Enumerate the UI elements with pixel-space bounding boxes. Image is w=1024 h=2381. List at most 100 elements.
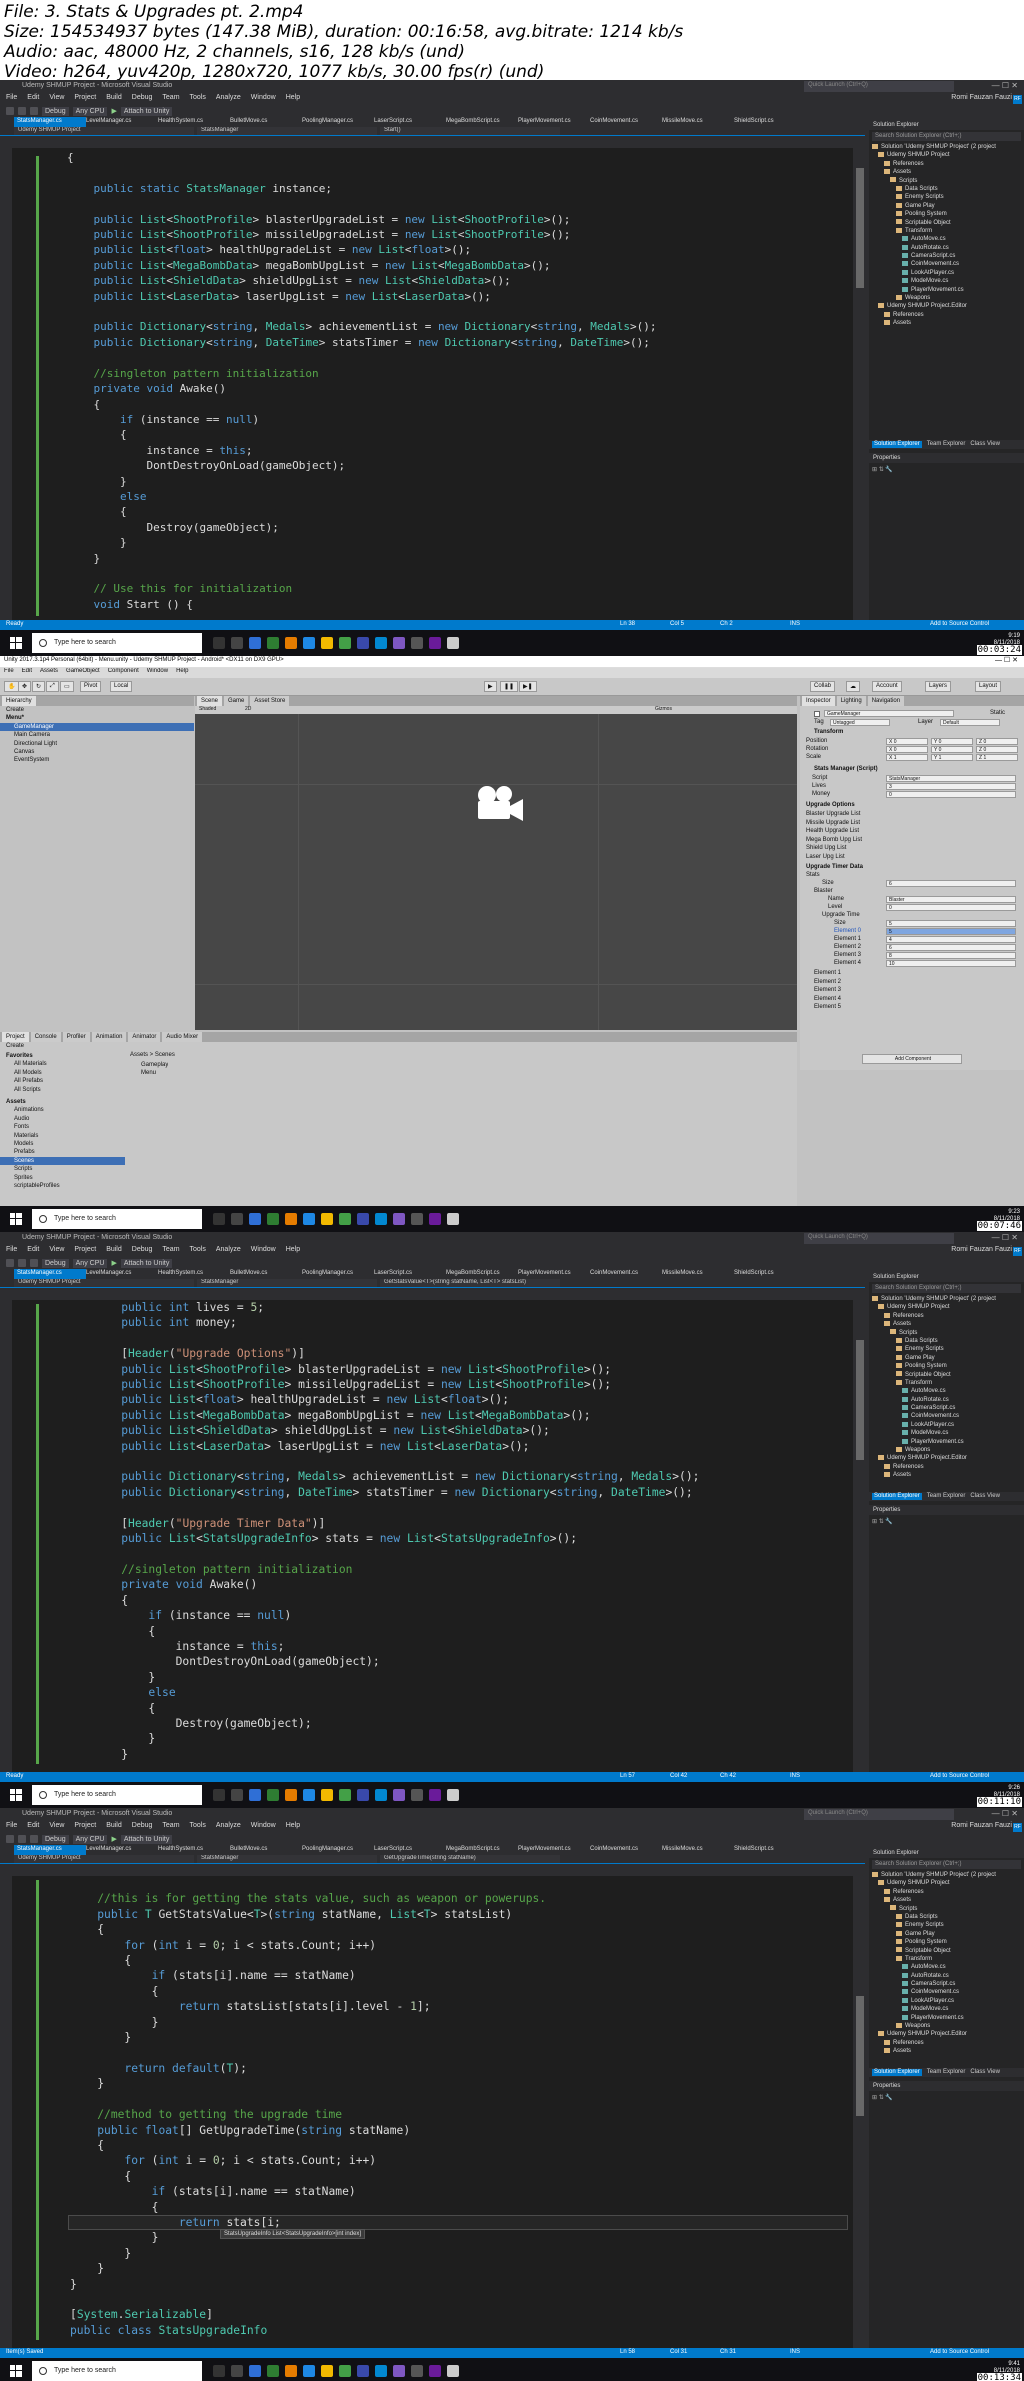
tab-file[interactable]: PoolingManager.cs xyxy=(302,1269,374,1279)
solution-tree-item[interactable]: Solution 'Udemy SHMUP Project' (2 projec… xyxy=(869,1295,1024,1303)
scene-tab[interactable]: Game xyxy=(224,696,249,706)
user-name[interactable]: Romi Fauzan Fauzi xyxy=(951,94,1012,101)
scene-file[interactable]: Gameplay xyxy=(135,1061,168,1069)
solution-tree-item[interactable]: Scripts xyxy=(869,177,1024,185)
taskbar-app-icon[interactable] xyxy=(429,1213,441,1225)
vector-field[interactable]: Z 1 xyxy=(976,754,1018,761)
solution-tree-item[interactable]: Data Scripts xyxy=(869,1337,1024,1345)
asset-folder[interactable]: Fonts xyxy=(0,1123,125,1131)
menu-item[interactable]: Build xyxy=(106,1822,122,1833)
avatar[interactable]: RF xyxy=(1013,1823,1022,1832)
nav-member[interactable]: GetUpgradeTime(string statName) xyxy=(380,1855,560,1863)
tab-file[interactable]: BulletMove.cs xyxy=(230,1269,302,1279)
solution-tree-item[interactable]: ModeMove.cs xyxy=(869,1429,1024,1437)
nav-project[interactable]: Udemy SHMUP Project xyxy=(14,1855,194,1863)
nav-member[interactable]: Start() xyxy=(380,127,560,135)
solution-tree-item[interactable]: Data Scripts xyxy=(869,1913,1024,1921)
solution-tree-item[interactable]: Udemy SHMUP Project xyxy=(869,1879,1024,1887)
taskbar-app-icon[interactable] xyxy=(249,2365,261,2377)
solution-tree-item[interactable]: Solution 'Udemy SHMUP Project' (2 projec… xyxy=(869,143,1024,151)
solution-tree-item[interactable]: AutoMove.cs xyxy=(869,1387,1024,1395)
solution-tree-item[interactable]: Udemy SHMUP Project xyxy=(869,1303,1024,1311)
scene-file[interactable]: Menu xyxy=(135,1069,168,1077)
upgrade-list-foldout[interactable]: Shield Upg List xyxy=(806,845,846,851)
stats-foldout[interactable]: Stats xyxy=(806,872,820,878)
taskbar-app-icon[interactable] xyxy=(213,637,225,649)
step-button[interactable]: ▶❚ xyxy=(519,681,537,692)
tab-file[interactable]: LevelManager.cs xyxy=(86,1269,158,1279)
asset-folder[interactable]: Scripts xyxy=(0,1165,125,1173)
menu-item[interactable]: Window xyxy=(147,668,168,678)
config-select[interactable]: Debug xyxy=(42,106,69,116)
vector-field[interactable]: X 0 xyxy=(886,738,928,745)
menu-item[interactable]: Team xyxy=(162,1822,179,1833)
editor-scrollbar[interactable] xyxy=(853,1876,867,2348)
tab-file[interactable]: StatsManager.cs xyxy=(14,117,86,127)
tab-file[interactable]: MissileMove.cs xyxy=(662,1269,734,1279)
window-controls[interactable]: — ☐ ✕ xyxy=(995,656,1018,664)
vector-field[interactable]: Z 0 xyxy=(976,746,1018,753)
2d-toggle[interactable]: 2D xyxy=(245,706,251,712)
solution-tree-item[interactable]: Enemy Scripts xyxy=(869,1921,1024,1929)
windows-start-icon[interactable] xyxy=(6,1209,26,1229)
project-tab[interactable]: Animation xyxy=(91,1032,127,1042)
menu-item[interactable]: Tools xyxy=(190,1822,206,1833)
project-tab[interactable]: Profiler xyxy=(62,1032,90,1042)
taskbar-app-icon[interactable] xyxy=(267,637,279,649)
solution-tree-item[interactable]: Udemy SHMUP Project.Editor xyxy=(869,2030,1024,2038)
solution-tree-item[interactable]: References xyxy=(869,1312,1024,1320)
taskbar-app-icon[interactable] xyxy=(447,2365,459,2377)
solution-tab[interactable]: Class View xyxy=(970,1493,1000,1500)
nav-class[interactable]: StatsManager xyxy=(197,1855,377,1863)
vector-field[interactable]: Y 0 xyxy=(931,738,973,745)
layers-button[interactable]: Layers xyxy=(925,681,952,692)
taskbar-app-icon[interactable] xyxy=(213,1213,225,1225)
menu-item[interactable]: Project xyxy=(74,1246,96,1257)
forward-icon[interactable] xyxy=(18,1259,26,1267)
solution-tab[interactable]: Team Explorer xyxy=(927,1493,966,1500)
solution-tree-item[interactable]: Assets xyxy=(869,1896,1024,1904)
solution-tree-item[interactable]: References xyxy=(869,1888,1024,1896)
taskbar-app-icon[interactable] xyxy=(303,1213,315,1225)
solution-tree-item[interactable]: Assets xyxy=(869,2047,1024,2055)
back-icon[interactable] xyxy=(6,1259,14,1267)
collab-button[interactable]: Collab xyxy=(810,681,836,692)
account-button[interactable]: Account xyxy=(872,681,902,692)
solution-tree-item[interactable]: AutoRotate.cs xyxy=(869,1972,1024,1980)
hierarchy-item[interactable]: Directional Light xyxy=(0,740,194,748)
menu-item[interactable]: View xyxy=(49,1246,64,1257)
back-icon[interactable] xyxy=(6,107,14,115)
taskbar-app-icon[interactable] xyxy=(285,1789,297,1801)
taskbar-app-icon[interactable] xyxy=(249,1213,261,1225)
avatar[interactable]: RF xyxy=(1013,1247,1022,1256)
taskbar-app-icon[interactable] xyxy=(321,637,333,649)
taskbar-app-icon[interactable] xyxy=(429,1789,441,1801)
upgrade-list-foldout[interactable]: Health Upgrade List xyxy=(806,828,859,834)
menu-item[interactable]: Edit xyxy=(27,1246,39,1257)
favorite-item[interactable]: All Materials xyxy=(0,1060,125,1068)
editor-scrollbar[interactable] xyxy=(853,148,867,626)
menu-item[interactable]: Window xyxy=(251,94,276,105)
scene-view[interactable] xyxy=(195,714,797,1030)
menu-item[interactable]: Edit xyxy=(22,668,32,678)
tab-file[interactable]: CoinMovement.cs xyxy=(590,1269,662,1279)
solution-tree-item[interactable]: Enemy Scripts xyxy=(869,193,1024,201)
taskbar-app-icon[interactable] xyxy=(411,637,423,649)
taskbar-app-icon[interactable] xyxy=(285,2365,297,2377)
taskbar-app-icon[interactable] xyxy=(411,2365,423,2377)
script-field[interactable]: StatsManager xyxy=(886,775,1016,782)
menu-item[interactable]: Help xyxy=(286,1822,300,1833)
taskbar-app-icon[interactable] xyxy=(249,637,261,649)
taskbar-app-icon[interactable] xyxy=(411,1789,423,1801)
status-add-source[interactable]: Add to Source Control xyxy=(930,621,989,627)
hierarchy-item[interactable]: Canvas xyxy=(0,748,194,756)
solution-tree-item[interactable]: CoinMovement.cs xyxy=(869,1988,1024,1996)
tab-file[interactable]: PlayerMovement.cs xyxy=(518,117,590,127)
quick-launch-input[interactable]: Quick Launch (Ctrl+Q) xyxy=(804,1233,954,1244)
window-controls[interactable]: — ☐ ✕ xyxy=(992,81,1018,90)
forward-icon[interactable] xyxy=(18,1835,26,1843)
windows-start-icon[interactable] xyxy=(6,2361,26,2381)
menu-item[interactable]: Project xyxy=(74,94,96,105)
solution-tree-item[interactable]: Game Play xyxy=(869,202,1024,210)
taskbar-app-icon[interactable] xyxy=(321,1213,333,1225)
